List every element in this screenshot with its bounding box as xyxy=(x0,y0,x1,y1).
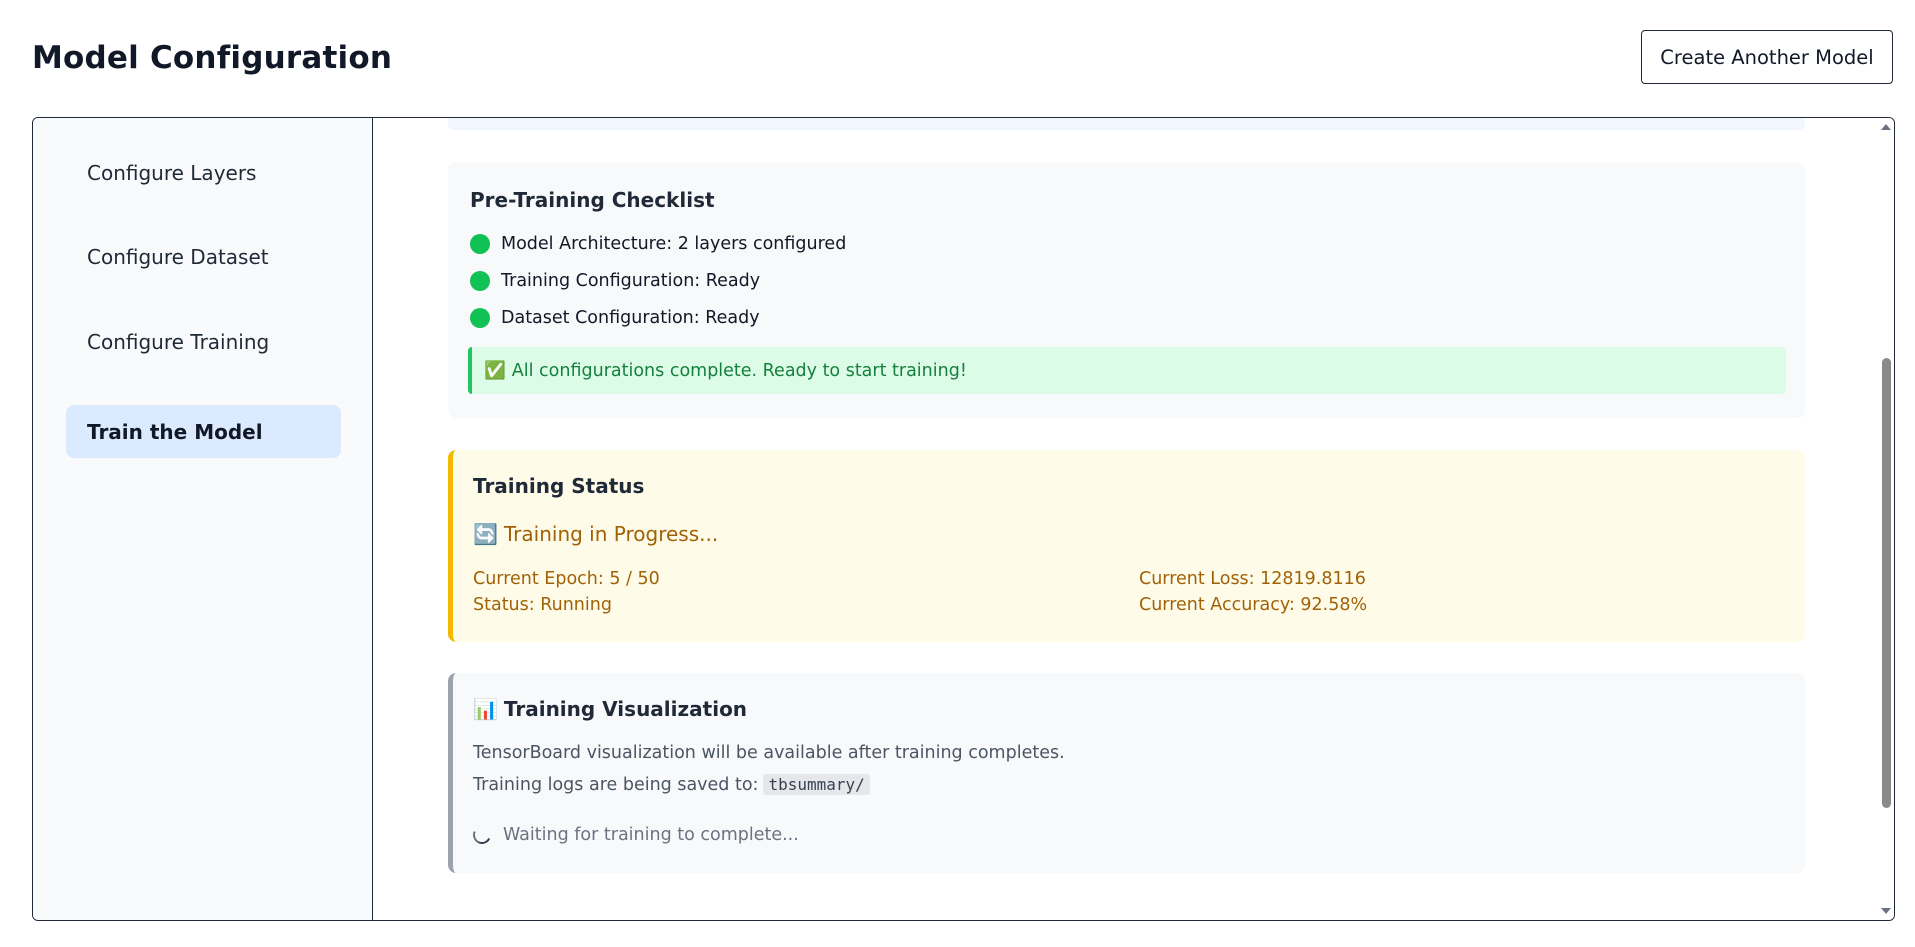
current-accuracy: Current Accuracy: 92.58% xyxy=(1139,595,1368,615)
create-another-model-button[interactable]: Create Another Model xyxy=(1641,30,1893,84)
success-message: ✅ All configurations complete. Ready to … xyxy=(468,347,1786,394)
checklist-item-label: Dataset Configuration: Ready xyxy=(501,308,760,328)
checklist-item: Model Architecture: 2 layers configured xyxy=(470,234,846,254)
checklist-item: Dataset Configuration: Ready xyxy=(470,308,760,328)
training-progress-label: 🔄 Training in Progress... xyxy=(473,522,718,546)
sidebar-item-label: Configure Training xyxy=(87,329,270,354)
sidebar-item-train-the-model[interactable]: Train the Model xyxy=(66,405,341,458)
status-dot-icon xyxy=(470,308,490,328)
scroll-down-arrow-icon[interactable] xyxy=(1881,908,1891,914)
sidebar-item-label: Configure Dataset xyxy=(87,244,269,269)
main-content: Pre-Training Checklist Model Architectur… xyxy=(373,118,1894,920)
training-visualization-card: 📊 Training Visualization TensorBoard visu… xyxy=(448,673,1805,873)
sidebar-item-configure-layers[interactable]: Configure Layers xyxy=(66,146,341,199)
sidebar-item-configure-training[interactable]: Configure Training xyxy=(66,315,341,368)
bar-chart-icon: 📊 xyxy=(473,697,498,721)
scroll-thumb[interactable] xyxy=(1882,358,1891,808)
training-logs-line: Training logs are being saved to: tbsumm… xyxy=(473,774,870,795)
visualization-availability-text: TensorBoard visualization will be availa… xyxy=(473,743,1065,763)
checklist-item-label: Training Configuration: Ready xyxy=(501,271,761,291)
waiting-indicator: Waiting for training to complete... xyxy=(470,823,799,847)
training-logs-text: Training logs are being saved to: xyxy=(473,774,759,795)
sidebar-item-label: Train the Model xyxy=(87,419,263,444)
success-message-text: All configurations complete. Ready to st… xyxy=(511,360,967,381)
current-epoch: Current Epoch: 5 / 50 xyxy=(473,569,660,589)
status-dot-icon xyxy=(470,271,490,291)
logs-path: tbsummary/ xyxy=(763,774,870,795)
waiting-text: Waiting for training to complete... xyxy=(503,825,799,845)
sidebar-item-configure-dataset[interactable]: Configure Dataset xyxy=(66,230,341,283)
checklist-item-label: Model Architecture: 2 layers configured xyxy=(501,234,847,254)
pre-training-checklist-card: Pre-Training Checklist Model Architectur… xyxy=(448,162,1805,418)
sidebar-item-label: Configure Layers xyxy=(87,160,257,185)
content-scrollbar[interactable] xyxy=(1878,118,1894,920)
configuration-panel: Configure Layers Configure Dataset Confi… xyxy=(32,117,1895,921)
progress-label-text: Training in Progress... xyxy=(503,522,719,546)
training-status-card: Training Status 🔄 Training in Progress...… xyxy=(448,450,1805,642)
training-status-title: Training Status xyxy=(473,474,645,498)
previous-card xyxy=(448,118,1805,130)
status-dot-icon xyxy=(470,234,490,254)
visualization-title-text: Training Visualization xyxy=(503,697,748,721)
training-run-status: Status: Running xyxy=(473,595,612,615)
scroll-up-arrow-icon[interactable] xyxy=(1881,124,1891,130)
page-header: Model Configuration Create Another Model xyxy=(32,30,1893,90)
checklist-item: Training Configuration: Ready xyxy=(470,271,760,291)
current-loss: Current Loss: 12819.8116 xyxy=(1139,569,1366,589)
check-mark-icon: ✅ xyxy=(484,360,506,381)
checklist-title: Pre-Training Checklist xyxy=(470,188,715,212)
refresh-icon: 🔄 xyxy=(473,522,498,546)
page-title: Model Configuration xyxy=(32,40,393,76)
visualization-title: 📊 Training Visualization xyxy=(473,697,747,721)
loading-spinner-icon xyxy=(470,823,494,847)
sidebar: Configure Layers Configure Dataset Confi… xyxy=(33,118,373,920)
